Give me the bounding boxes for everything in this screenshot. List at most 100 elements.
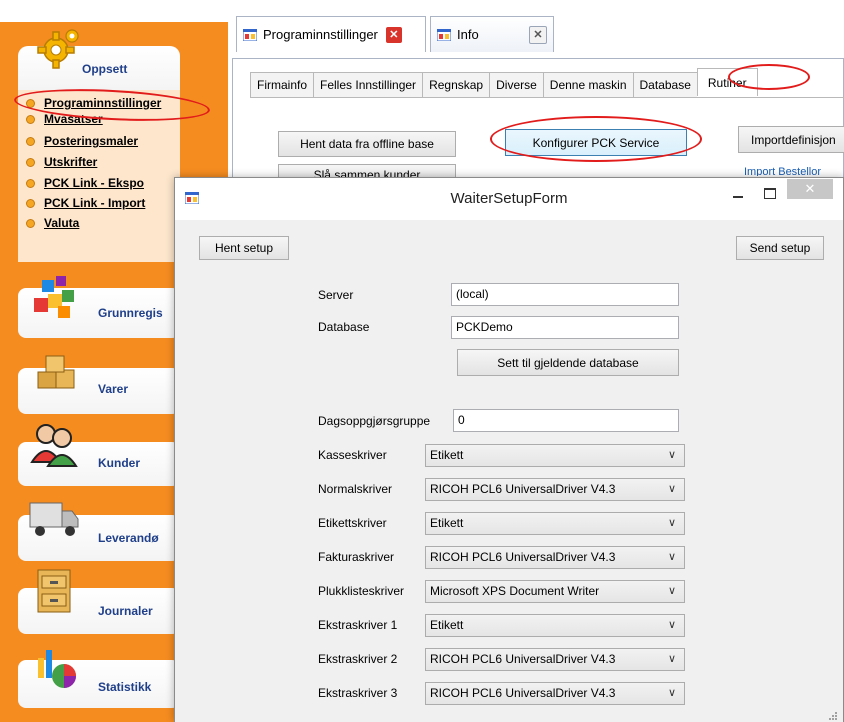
select-value: Microsoft XPS Document Writer [430, 584, 600, 598]
maximize-button[interactable] [757, 184, 783, 204]
sidebar-section-label: Varer [98, 382, 129, 396]
ekstraskriver-1-label: Ekstraskriver 1 [318, 618, 398, 632]
chevron-down-icon: ∨ [667, 619, 676, 631]
plukklisteskriver-select[interactable]: Microsoft XPS Document Writer ∨ [425, 580, 685, 603]
people-icon [30, 424, 78, 467]
menu-item-label: PCK Link - Import [44, 196, 146, 210]
hent-data-offline-button[interactable]: Hent data fra offline base [278, 131, 456, 157]
doc-tab-label: Info [457, 27, 479, 42]
ekstraskriver-3-select[interactable]: RICOH PCL6 UniversalDriver V4.3 ∨ [425, 682, 685, 705]
subtab-felles-innstillinger[interactable]: Felles Innstillinger [313, 72, 423, 98]
sidebar-section-oppsett[interactable]: Oppsett [18, 29, 180, 90]
ekstraskriver-1-select[interactable]: Etikett ∨ [425, 614, 685, 637]
dagsoppgjorsgruppe-input[interactable]: 0 [453, 409, 679, 432]
fakturaskriver-select[interactable]: RICOH PCL6 UniversalDriver V4.3 ∨ [425, 546, 685, 569]
maximize-icon [764, 188, 776, 199]
bullet-icon [26, 114, 35, 124]
sidebar-section-label: Grunnregis [98, 306, 163, 320]
import-bestillinger-link[interactable]: Import Bestellor [744, 166, 821, 176]
ekstraskriver-2-label: Ekstraskriver 2 [318, 652, 398, 666]
bullet-icon [26, 218, 35, 228]
boxes-icon [37, 355, 75, 389]
server-label: Server [318, 288, 354, 302]
select-value: RICOH PCL6 UniversalDriver V4.3 [430, 652, 616, 666]
annotation-circle-rutiner [728, 64, 810, 90]
sidebar-section-statistikk[interactable]: Statistikk [18, 650, 180, 708]
sett-gjeldende-database-button[interactable]: Sett til gjeldende database [457, 349, 679, 376]
subtab-diverse[interactable]: Diverse [489, 72, 543, 98]
bullet-icon [26, 198, 35, 208]
annotation-circle-konfigurer [490, 116, 702, 162]
gear-icon [37, 29, 79, 69]
sidebar-section-leverandor[interactable]: Leverandø [18, 502, 180, 561]
sidebar-section-kunder[interactable]: Kunder [18, 424, 180, 486]
chevron-down-icon: ∨ [667, 483, 676, 495]
bullet-icon [26, 178, 35, 188]
etikettskriver-label: Etikettskriver [318, 516, 387, 530]
close-button[interactable]: ✕ [787, 179, 833, 199]
bullet-icon [26, 136, 35, 146]
menu-item-label: Valuta [44, 216, 80, 230]
hent-setup-button[interactable]: Hent setup [199, 236, 289, 260]
settings-subtabs: Firmainfo Felles Innstillinger Regnskap … [250, 68, 758, 98]
sidebar-section-journaler[interactable]: Journaler [18, 569, 180, 634]
select-value: Etikett [430, 448, 464, 462]
send-setup-button[interactable]: Send setup [736, 236, 824, 260]
minimize-button[interactable] [725, 184, 751, 204]
sidebar-section-label: Leverandø [98, 531, 159, 545]
app-window-icon [243, 28, 257, 41]
close-icon: ✕ [804, 181, 816, 196]
sidebar-section-label: Statistikk [98, 680, 152, 694]
close-icon[interactable]: ✕ [385, 26, 402, 43]
chevron-down-icon: ∨ [667, 551, 676, 563]
dialog-body: Hent setup Send setup Server (local) Dat… [175, 220, 843, 722]
sidebar-section-grunnregister[interactable]: Grunnregis [18, 276, 180, 338]
select-value: RICOH PCL6 UniversalDriver V4.3 [430, 550, 616, 564]
dialog-titlebar[interactable]: WaiterSetupForm ✕ [175, 178, 843, 220]
normalskriver-select[interactable]: RICOH PCL6 UniversalDriver V4.3 ∨ [425, 478, 685, 501]
ekstraskriver-2-select[interactable]: RICOH PCL6 UniversalDriver V4.3 ∨ [425, 648, 685, 671]
menu-item-pck-link-eksport[interactable]: PCK Link - Ekspo [26, 174, 144, 192]
truck-icon [29, 502, 79, 536]
menu-item-posteringsmaler[interactable]: Posteringsmaler [26, 132, 138, 150]
subtab-denne-maskin[interactable]: Denne maskin [542, 72, 633, 98]
subtab-firmainfo[interactable]: Firmainfo [250, 72, 314, 98]
chevron-down-icon: ∨ [667, 517, 676, 529]
doc-tab-programinnstillinger[interactable]: Programinnstillinger ✕ [236, 16, 426, 52]
subtab-regnskap[interactable]: Regnskap [422, 72, 490, 98]
select-value: RICOH PCL6 UniversalDriver V4.3 [430, 686, 616, 700]
database-label: Database [318, 320, 370, 334]
minimize-icon [733, 196, 743, 198]
menu-item-label: PCK Link - Ekspo [44, 176, 145, 190]
subtab-database[interactable]: Database [632, 72, 697, 98]
sidebar-section-label: Oppsett [82, 62, 128, 76]
chevron-down-icon: ∨ [667, 585, 676, 597]
etikettskriver-select[interactable]: Etikett ∨ [425, 512, 685, 535]
waiter-setup-dialog: WaiterSetupForm ✕ Hent setup Send setup … [174, 177, 844, 722]
app-window-icon [437, 28, 451, 41]
select-value: Etikett [430, 618, 464, 632]
plukklisteskriver-label: Plukklisteskriver [318, 584, 405, 598]
menu-item-utskrifter[interactable]: Utskrifter [26, 153, 97, 171]
ekstraskriver-3-label: Ekstraskriver 3 [318, 686, 398, 700]
importdefinisjon-button[interactable]: Importdefinisjon [738, 126, 844, 153]
resize-grip-icon[interactable] [827, 710, 837, 720]
server-input[interactable]: (local) [451, 283, 679, 306]
dagsoppgjorsgruppe-label: Dagsoppgjørsgruppe [318, 414, 431, 428]
blocks-icon [34, 276, 74, 318]
doc-tab-info[interactable]: Info ✕ [430, 16, 554, 52]
chevron-down-icon: ∨ [667, 449, 676, 461]
kasseskriver-select[interactable]: Etikett ∨ [425, 444, 685, 467]
kasseskriver-label: Kasseskriver [318, 448, 387, 462]
database-input[interactable]: PCKDemo [451, 316, 679, 339]
menu-item-pck-link-import[interactable]: PCK Link - Import [26, 194, 145, 212]
close-icon[interactable]: ✕ [529, 25, 547, 44]
select-value: RICOH PCL6 UniversalDriver V4.3 [430, 482, 616, 496]
menu-item-label: Utskrifter [44, 155, 98, 169]
menu-item-valuta[interactable]: Valuta [26, 214, 79, 232]
normalskriver-label: Normalskriver [318, 482, 393, 496]
sidebar-section-varer[interactable]: Varer [18, 355, 180, 414]
chevron-down-icon: ∨ [667, 653, 676, 665]
fakturaskriver-label: Fakturaskriver [318, 550, 395, 564]
sidebar-section-label: Journaler [98, 604, 153, 618]
